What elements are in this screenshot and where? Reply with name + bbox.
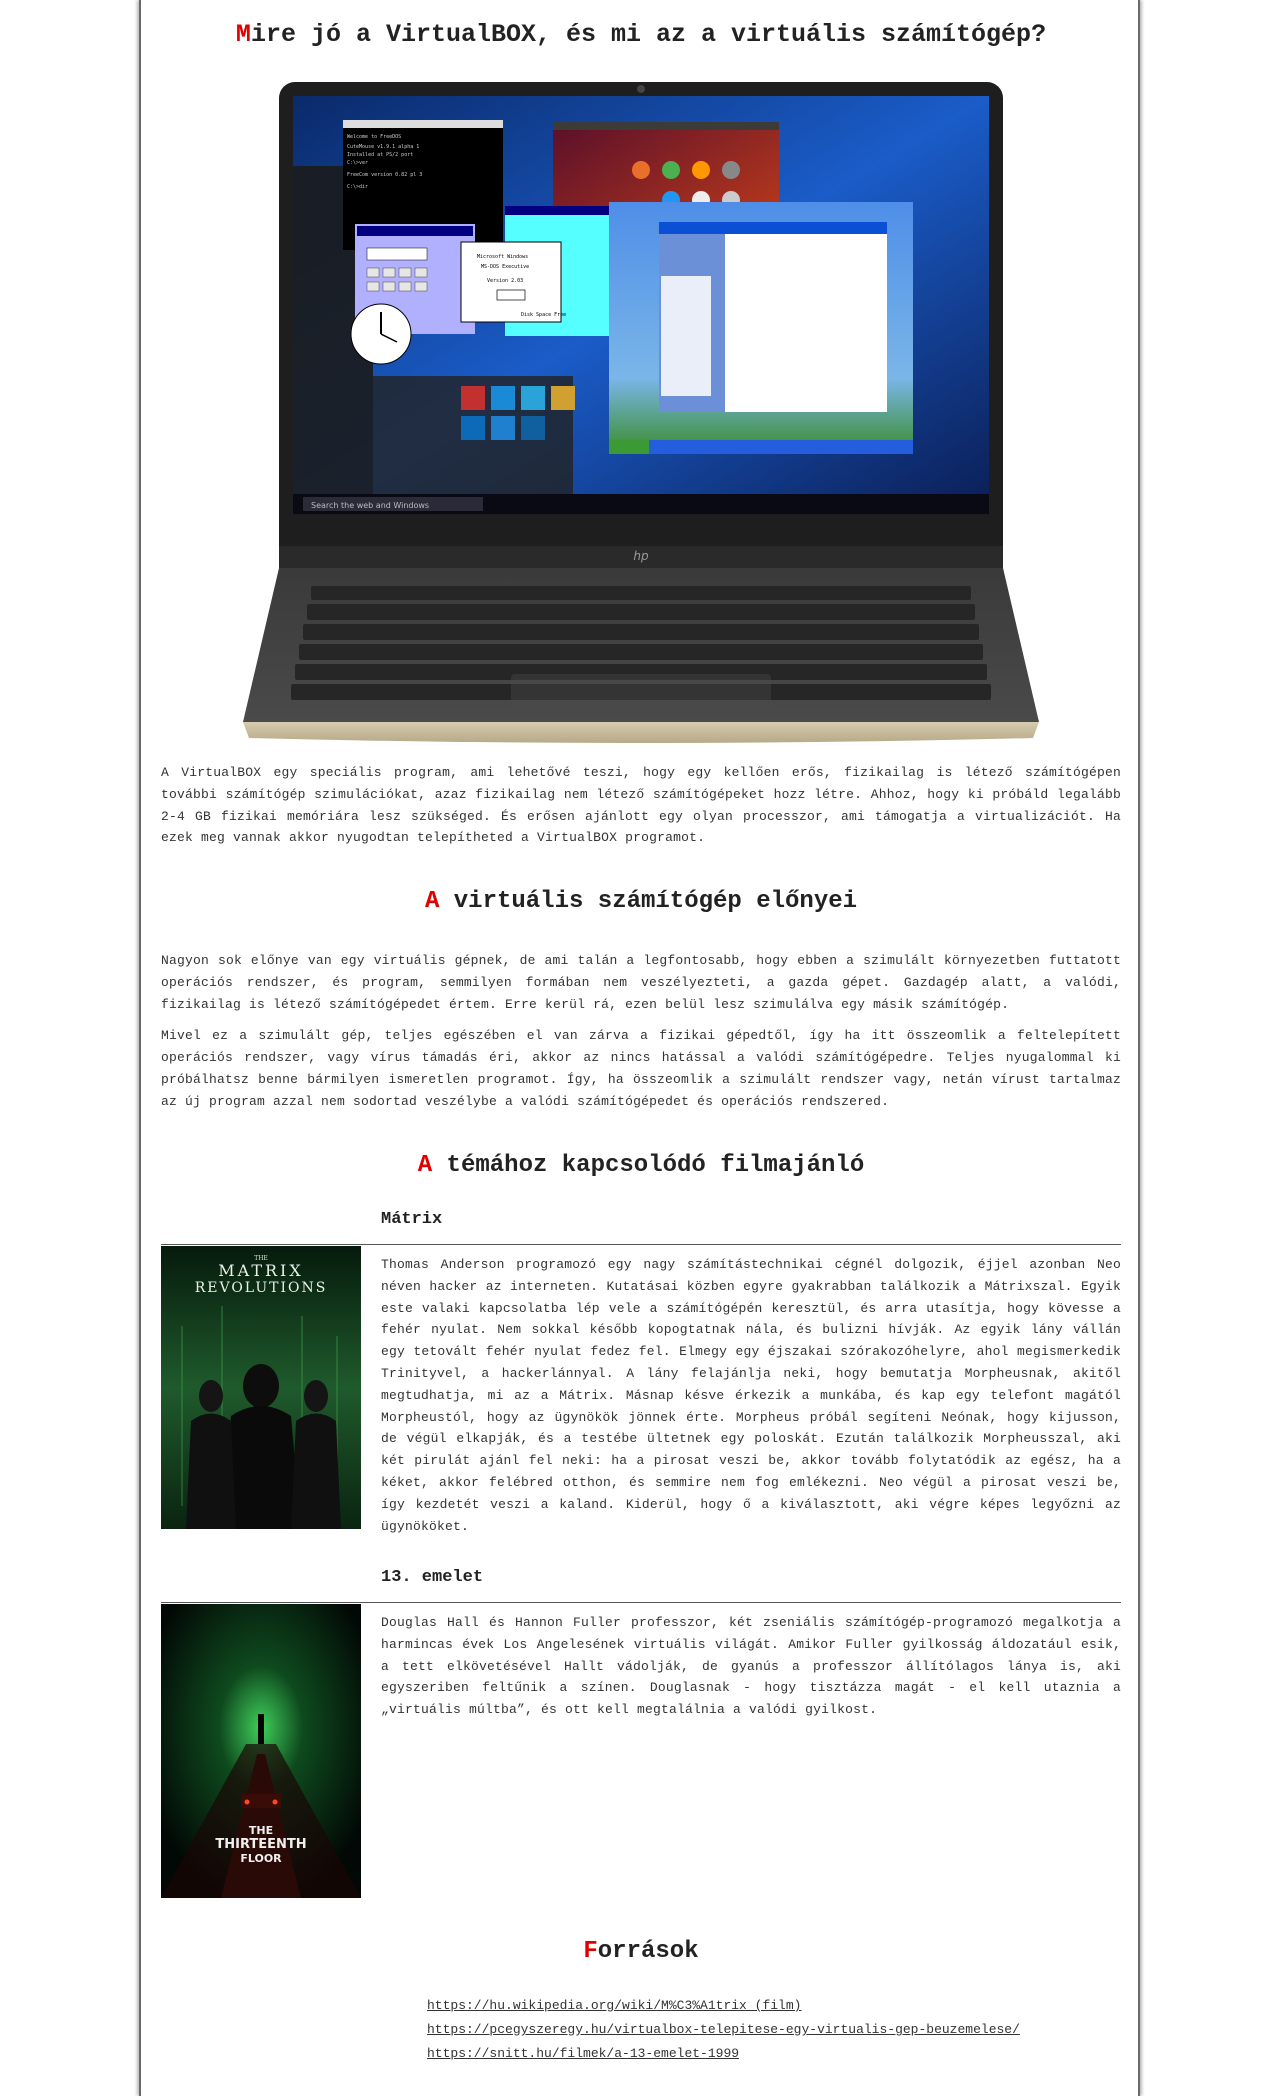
page-container: Mire jó a VirtualBOX, és mi az a virtuál…: [139, 0, 1140, 2096]
source-link-snitt[interactable]: https://snitt.hu/filmek/a-13-emelet-1999: [427, 2042, 1020, 2066]
film-13th-floor-description-wrap: Douglas Hall és Hannon Fuller professzor…: [381, 1612, 1121, 1721]
svg-text:Version 2.03: Version 2.03: [487, 278, 523, 284]
advantages-heading: A virtuális számítógép előnyei: [161, 888, 1121, 915]
thirteenth-floor-poster-title-1: THE: [249, 1824, 273, 1837]
matrix-poster: THE MATRIX REVOLUTIONS: [161, 1246, 361, 1529]
films-heading-text: témához kapcsolódó filmajánló: [432, 1152, 865, 1179]
advantages-section: Nagyon sok előnye van egy virtuális gépn…: [161, 950, 1121, 1113]
svg-text:Welcome to FreeDOS: Welcome to FreeDOS: [347, 134, 401, 140]
films-heading-wrap: A témához kapcsolódó filmajánló: [161, 1152, 1121, 1179]
sources-heading-text: orrások: [597, 1938, 699, 1965]
laptop-image: Search the web and Windows Welcome to Fr…: [243, 82, 1039, 743]
source-link-wikipedia[interactable]: https://hu.wikipedia.org/wiki/M%C3%A1tri…: [427, 1994, 1020, 2018]
svg-text:Installed at PS/2 port: Installed at PS/2 port: [347, 152, 413, 158]
laptop-brand-logo: hp: [633, 549, 649, 563]
taskbar-search-placeholder: Search the web and Windows: [311, 501, 429, 510]
film-13th-floor-rule: [161, 1602, 1121, 1603]
matrix-poster-title-2: MATRIX: [218, 1261, 304, 1280]
films-heading: A témához kapcsolódó filmajánló: [161, 1152, 1121, 1179]
thirteenth-floor-poster: THE THIRTEENTH FLOOR: [161, 1604, 361, 1898]
svg-text:Microsoft Windows: Microsoft Windows: [477, 254, 528, 260]
matrix-poster-title-3: REVOLUTIONS: [195, 1280, 328, 1296]
source-link-pcegyszeregy[interactable]: https://pcegyszeregy.hu/virtualbox-telep…: [427, 2018, 1020, 2042]
intro-section: A VirtualBOX egy speciális program, ami …: [161, 762, 1121, 849]
sources-heading: Források: [161, 1938, 1121, 1965]
sources-list: https://hu.wikipedia.org/wiki/M%C3%A1tri…: [427, 1994, 1020, 2066]
film-matrix-title: Mátrix: [381, 1210, 443, 1229]
film-matrix-description-wrap: Thomas Anderson programozó egy nagy szám…: [381, 1254, 1121, 1537]
thirteenth-floor-poster-title-3: FLOOR: [240, 1852, 282, 1865]
thirteenth-floor-poster-title-2: THIRTEENTH: [215, 1837, 306, 1852]
film-matrix-description: Thomas Anderson programozó egy nagy szám…: [381, 1257, 1121, 1534]
hero-image-wrap: Search the web and Windows Welcome to Fr…: [161, 0, 1121, 760]
film-13th-floor: 13. emelet THE THIRTEENTH FLOOR Douglas …: [161, 1568, 1121, 1908]
film-13th-floor-description: Douglas Hall és Hannon Fuller professzor…: [381, 1615, 1121, 1718]
svg-text:CuteMouse v1.9.1 alpha 1: CuteMouse v1.9.1 alpha 1: [347, 144, 419, 150]
sources-heading-wrap: Források: [161, 1938, 1121, 1965]
film-matrix-rule: [161, 1244, 1121, 1245]
advantages-paragraph-2: Mivel ez a szimulált gép, teljes egészéb…: [161, 1028, 1121, 1109]
intro-paragraph: A VirtualBOX egy speciális program, ami …: [161, 765, 1121, 846]
advantages-heading-wrap: A virtuális számítógép előnyei: [161, 888, 1121, 915]
svg-text:FreeCom version 0.82 pl 3: FreeCom version 0.82 pl 3: [347, 172, 422, 178]
svg-text:MS-DOS Executive: MS-DOS Executive: [481, 264, 529, 270]
film-matrix: Mátrix THE MATRIX REVOLUTIONS Thomas And…: [161, 1210, 1121, 1540]
films-heading-initial: A: [417, 1152, 433, 1179]
svg-text:Disk Space Free: Disk Space Free: [521, 312, 566, 318]
advantages-paragraph-1: Nagyon sok előnye van egy virtuális gépn…: [161, 953, 1121, 1012]
advantages-heading-initial: A: [424, 888, 440, 915]
svg-text:C:\>dir: C:\>dir: [347, 184, 368, 190]
svg-text:C:\>ver: C:\>ver: [347, 160, 368, 166]
sources-heading-initial: F: [583, 1938, 598, 1965]
advantages-heading-text: virtuális számítógép előnyei: [439, 888, 858, 915]
film-13th-floor-title: 13. emelet: [381, 1568, 484, 1587]
